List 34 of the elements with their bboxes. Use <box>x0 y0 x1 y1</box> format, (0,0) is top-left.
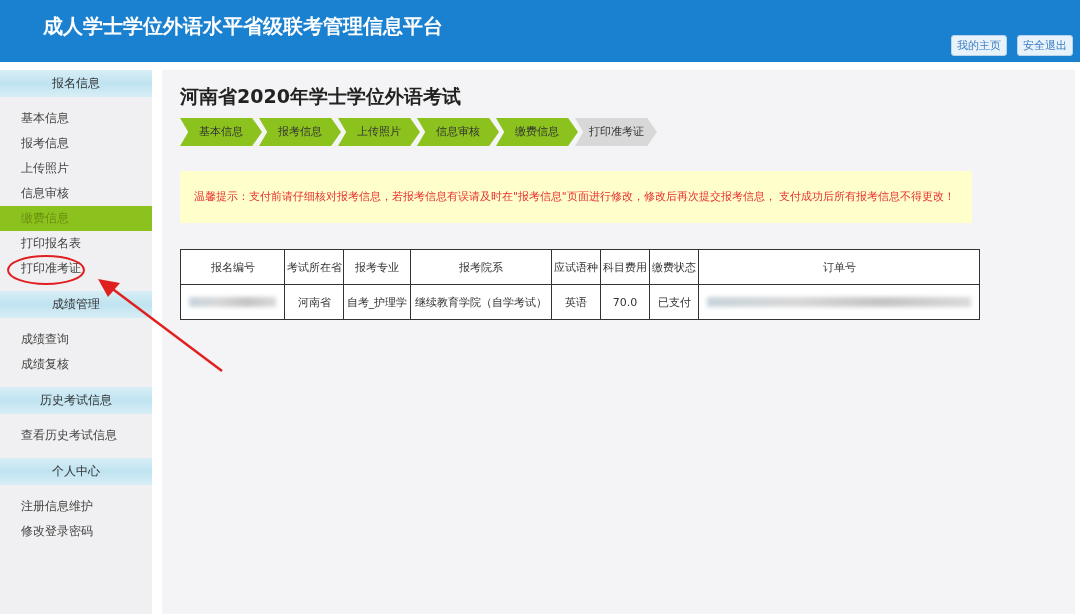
sidebar-item[interactable]: 打印报名表 <box>0 231 152 256</box>
section-header: 个人中心 <box>0 458 152 485</box>
table-cell: 自考_护理学 <box>343 284 411 320</box>
table-cell: 继续教育学院（自学考试） <box>410 284 552 320</box>
column-header: 报名编号 <box>180 249 285 285</box>
section-header: 报名信息 <box>0 70 152 97</box>
section-header: 成绩管理 <box>0 291 152 318</box>
sidebar-item[interactable]: 基本信息 <box>0 106 152 131</box>
column-header: 应试语种 <box>551 249 601 285</box>
sidebar-item[interactable]: 信息审核 <box>0 181 152 206</box>
column-header: 报考院系 <box>410 249 552 285</box>
column-header: 报考专业 <box>343 249 411 285</box>
column-header: 订单号 <box>698 249 980 285</box>
column-header: 科目费用 <box>600 249 650 285</box>
table-cell: 已支付 <box>649 284 699 320</box>
site-title: 成人学士学位外语水平省级联考管理信息平台 <box>43 12 443 40</box>
table-cell: 河南省 <box>284 284 344 320</box>
column-header: 考试所在省 <box>284 249 344 285</box>
sidebar-item[interactable]: 成绩查询 <box>0 327 152 352</box>
sidebar-item[interactable]: 报考信息 <box>0 131 152 156</box>
sidebar-item[interactable]: 注册信息维护 <box>0 494 152 519</box>
section-header: 历史考试信息 <box>0 387 152 414</box>
sidebar-item[interactable]: 查看历史考试信息 <box>0 423 152 448</box>
table-cell: 英语 <box>551 284 601 320</box>
sidebar-item[interactable]: 上传照片 <box>0 156 152 181</box>
sidebar-item[interactable]: 打印准考证 <box>0 256 152 281</box>
sidebar-item[interactable]: 成绩复核 <box>0 352 152 377</box>
sidebar-item[interactable]: 修改登录密码 <box>0 519 152 544</box>
page-title: 河南省2020年学士学位外语考试 <box>180 84 462 109</box>
header-button[interactable]: 安全退出 <box>1017 35 1073 56</box>
notice-text: 温馨提示：支付前请仔细核对报考信息，若报考信息有误请及时在"报考信息"页面进行修改，修改后再次提交报考信息， 支付成功后所有报考信息不得更改！ <box>194 190 955 204</box>
header-button[interactable]: 我的主页 <box>951 35 1007 56</box>
table-cell: 70.0 <box>600 284 650 320</box>
column-header: 缴费状态 <box>649 249 699 285</box>
